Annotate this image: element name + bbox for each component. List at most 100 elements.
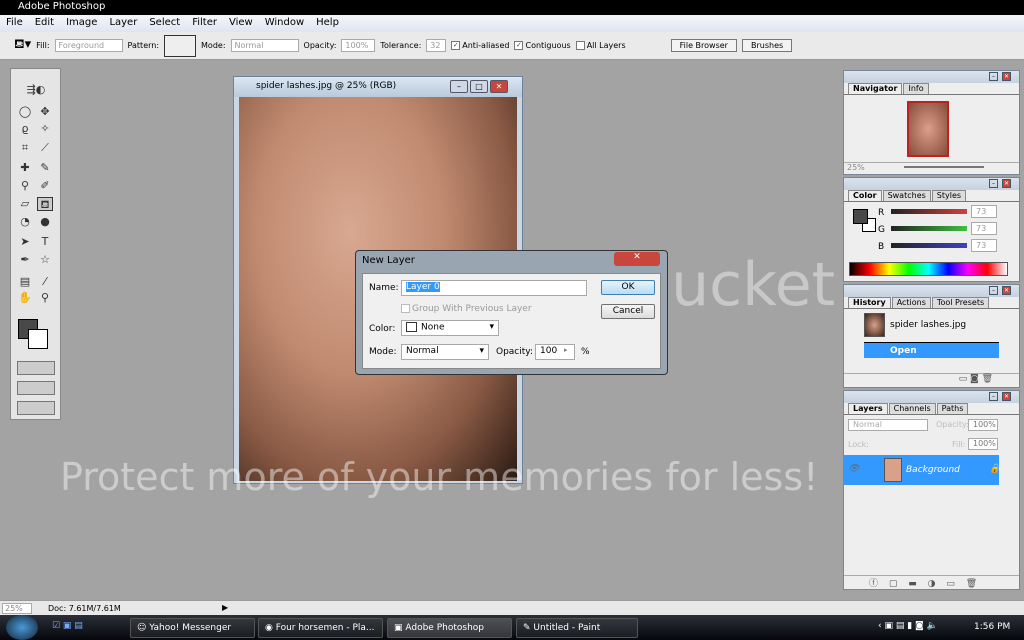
- screen-mode-buttons[interactable]: [17, 381, 55, 395]
- contiguous-checkbox[interactable]: ✓ Contiguous: [514, 41, 571, 50]
- color-ramp[interactable]: [849, 262, 1008, 276]
- trash-icon[interactable]: 🗑: [982, 374, 993, 384]
- opacity-slider-button[interactable]: ▸: [564, 346, 568, 354]
- b-input[interactable]: 73: [971, 239, 997, 252]
- g-slider[interactable]: [891, 226, 967, 231]
- navigator-thumbnail[interactable]: [907, 101, 949, 157]
- paint-bucket-tool-icon[interactable]: ⛾: [37, 197, 53, 211]
- opacity-input[interactable]: 100: [535, 344, 575, 360]
- layer-opacity-input[interactable]: 100%: [968, 419, 998, 431]
- anti-aliased-checkbox[interactable]: ✓ Anti-aliased: [451, 41, 509, 50]
- new-document-icon[interactable]: ▭: [959, 374, 968, 384]
- notes-tool-icon[interactable]: ▤: [17, 275, 33, 289]
- clock[interactable]: 1:56 PM: [974, 622, 1010, 632]
- layer-name-input[interactable]: Layer 0: [401, 280, 587, 296]
- tab-paths[interactable]: Paths: [936, 403, 969, 414]
- panel-minimize-button[interactable]: –: [989, 392, 998, 401]
- task-paint[interactable]: ✎ Untitled - Paint: [516, 618, 638, 638]
- tab-history[interactable]: History: [848, 297, 891, 308]
- slice-tool-icon[interactable]: ⟋: [37, 141, 53, 155]
- menu-file[interactable]: File: [6, 17, 23, 30]
- dialog-close-button[interactable]: ✕: [614, 252, 660, 266]
- close-button[interactable]: ✕: [490, 80, 508, 93]
- fill-select[interactable]: Foreground: [54, 39, 123, 52]
- new-layer-icon[interactable]: ▭: [946, 579, 955, 589]
- lasso-tool-icon[interactable]: ϱ: [17, 122, 33, 136]
- color-select[interactable]: None ▾: [401, 320, 499, 336]
- maximize-button[interactable]: □: [470, 80, 488, 93]
- menu-edit[interactable]: Edit: [35, 17, 54, 30]
- panel-minimize-button[interactable]: –: [989, 179, 998, 188]
- eraser-tool-icon[interactable]: ▱: [17, 197, 33, 211]
- quick-mask-toggle[interactable]: [17, 361, 55, 375]
- menu-layer[interactable]: Layer: [109, 17, 137, 30]
- crop-tool-icon[interactable]: ⌗: [17, 141, 33, 155]
- panel-close-button[interactable]: ✕: [1002, 72, 1011, 81]
- menu-window[interactable]: Window: [265, 17, 304, 30]
- panel-minimize-button[interactable]: –: [989, 72, 998, 81]
- panel-minimize-button[interactable]: –: [989, 286, 998, 295]
- opacity-input[interactable]: 100%: [341, 39, 376, 52]
- task-yahoo-messenger[interactable]: ☺ Yahoo! Messenger: [130, 618, 255, 638]
- eyedropper-icon[interactable]: ⁄: [37, 275, 53, 289]
- adjustment-layer-icon[interactable]: ◑: [928, 579, 936, 589]
- status-zoom[interactable]: 25%: [2, 603, 32, 614]
- new-group-icon[interactable]: ▬: [908, 579, 917, 589]
- ok-button[interactable]: OK: [601, 280, 655, 295]
- layer-row-background[interactable]: 👁 Background 🔒: [844, 455, 1000, 485]
- move-tool-icon[interactable]: ✥: [37, 105, 53, 119]
- layer-style-icon[interactable]: ⓕ: [869, 579, 878, 589]
- path-select-icon[interactable]: ➤: [17, 235, 33, 249]
- tab-swatches[interactable]: Swatches: [882, 190, 931, 201]
- r-slider[interactable]: [891, 209, 967, 214]
- tab-tool-presets[interactable]: Tool Presets: [931, 297, 990, 308]
- dodge-tool-icon[interactable]: ●: [37, 215, 53, 229]
- hand-tool-icon[interactable]: ✋: [17, 291, 33, 305]
- task-adobe-photoshop[interactable]: ▣ Adobe Photoshop: [387, 618, 512, 638]
- panel-close-button[interactable]: ✕: [1002, 286, 1011, 295]
- panel-close-button[interactable]: ✕: [1002, 392, 1011, 401]
- tab-file-browser[interactable]: File Browser: [670, 39, 737, 52]
- minimize-button[interactable]: –: [450, 80, 468, 93]
- pattern-picker[interactable]: [164, 34, 197, 57]
- group-with-previous-checkbox[interactable]: Group With Previous Layer: [401, 304, 532, 314]
- magic-wand-icon[interactable]: ✧: [37, 122, 53, 136]
- all-layers-checkbox[interactable]: All Layers: [575, 41, 626, 50]
- navigator-zoom-slider[interactable]: [904, 166, 984, 168]
- menu-filter[interactable]: Filter: [192, 17, 217, 30]
- start-button[interactable]: [6, 615, 38, 640]
- eye-icon[interactable]: 👁: [848, 464, 859, 474]
- delete-layer-icon[interactable]: 🗑: [966, 579, 977, 589]
- menu-image[interactable]: Image: [66, 17, 97, 30]
- blur-tool-icon[interactable]: ◔: [17, 215, 33, 229]
- add-mask-icon[interactable]: ▢: [889, 579, 898, 589]
- healing-brush-icon[interactable]: ✚: [17, 161, 33, 175]
- color-foreground-swatch[interactable]: [853, 209, 868, 224]
- tab-actions[interactable]: Actions: [891, 297, 931, 308]
- menu-select[interactable]: Select: [149, 17, 180, 30]
- shape-tool-icon[interactable]: ☆: [37, 253, 53, 267]
- navigator-zoom[interactable]: 25%: [847, 163, 865, 172]
- g-input[interactable]: 73: [971, 222, 997, 235]
- menu-view[interactable]: View: [229, 17, 253, 30]
- menu-help[interactable]: Help: [316, 17, 339, 30]
- cancel-button[interactable]: Cancel: [601, 304, 655, 319]
- history-snapshot[interactable]: spider lashes.jpg: [844, 311, 999, 338]
- zoom-tool-icon[interactable]: ⚲: [37, 291, 53, 305]
- quick-launch-icons[interactable]: ☑ ▣ ▤: [52, 621, 83, 631]
- type-tool-icon[interactable]: T: [37, 235, 53, 249]
- tolerance-input[interactable]: 32: [426, 39, 447, 52]
- task-firefox[interactable]: ◉ Four horsemen - Pla...: [258, 618, 383, 638]
- tab-navigator[interactable]: Navigator: [848, 83, 903, 94]
- b-slider[interactable]: [891, 243, 967, 248]
- tab-layers[interactable]: Layers: [848, 403, 888, 414]
- layer-fill-input[interactable]: 100%: [968, 438, 998, 450]
- blend-mode-select[interactable]: Normal: [848, 419, 928, 431]
- brush-tool-icon[interactable]: ✎: [37, 161, 53, 175]
- paint-bucket-icon[interactable]: ⛾▾: [14, 37, 31, 54]
- panel-close-button[interactable]: ✕: [1002, 179, 1011, 188]
- history-brush-icon[interactable]: ✐: [37, 179, 53, 193]
- tab-color[interactable]: Color: [848, 190, 882, 201]
- mode-select[interactable]: Normal ▾: [401, 344, 489, 360]
- marquee-tool-icon[interactable]: ◯: [17, 105, 33, 119]
